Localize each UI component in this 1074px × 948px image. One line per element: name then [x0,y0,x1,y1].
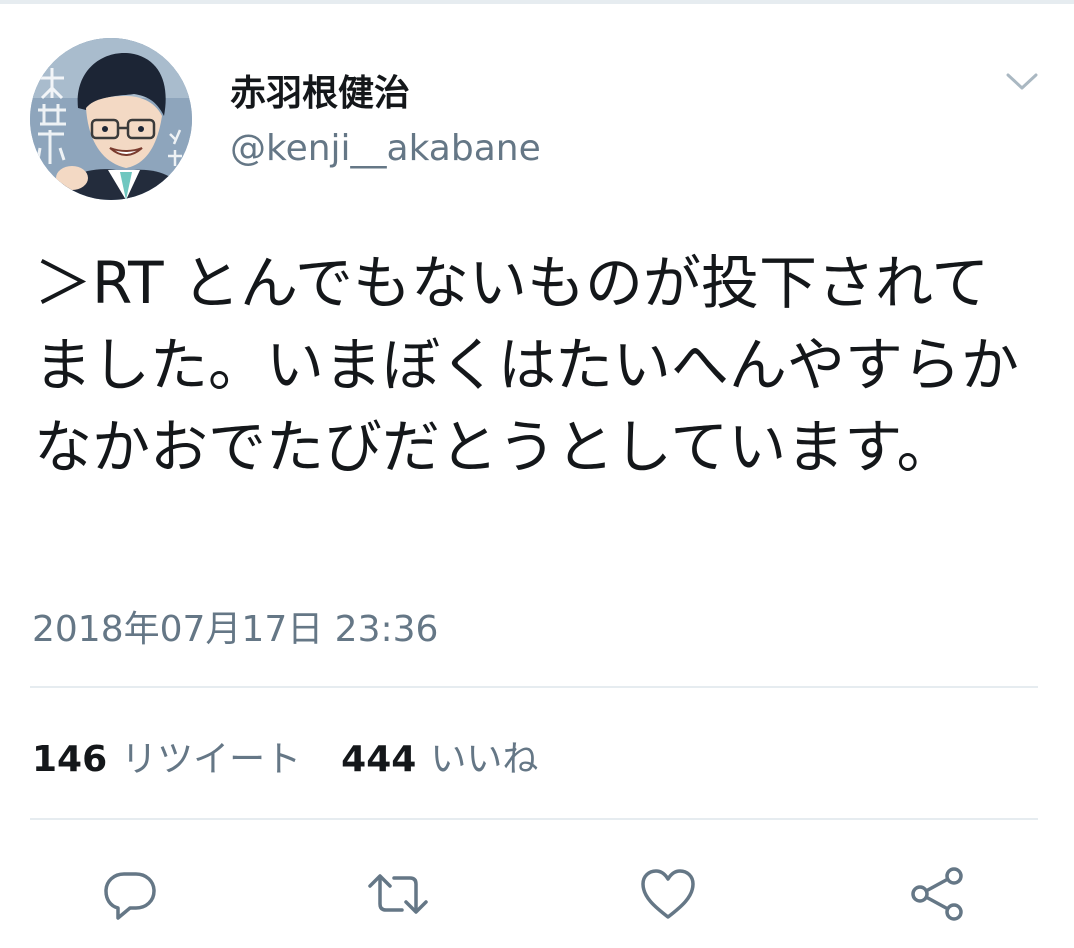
like-label: いいね [430,739,539,780]
like-count: 444 [341,739,417,780]
tweet-stats: 146 リツイート 444 いいね [32,730,538,782]
heart-icon [641,869,695,919]
reply-button[interactable] [96,860,164,928]
retweet-label: リツイート [121,739,302,780]
like-button[interactable] [634,860,702,928]
like-stat[interactable]: 444 いいね [341,730,538,782]
avatar-illustration [30,38,192,200]
user-handle[interactable]: @kenji__akabane [230,128,541,169]
tweet-menu-button[interactable] [998,62,1046,102]
retweet-icon [368,874,428,914]
share-icon [911,867,963,921]
divider [30,818,1038,820]
retweet-button[interactable] [364,860,432,928]
tweet-text: ＞RT とんでもないものが投下されてました。いまぼくはたいへんやすらかなかおでた… [34,249,1019,481]
tweet-timestamp[interactable]: 2018年07月17日 23:36 [32,600,438,652]
reply-icon [104,872,156,920]
share-button[interactable] [904,860,972,928]
divider [30,686,1038,688]
chevron-down-icon [1006,73,1038,90]
avatar[interactable] [30,38,192,200]
top-edge-divider [0,0,1074,4]
display-name[interactable]: 赤羽根健治 [230,64,410,116]
retweet-stat[interactable]: 146 リツイート [32,730,301,782]
retweet-count: 146 [32,739,108,780]
